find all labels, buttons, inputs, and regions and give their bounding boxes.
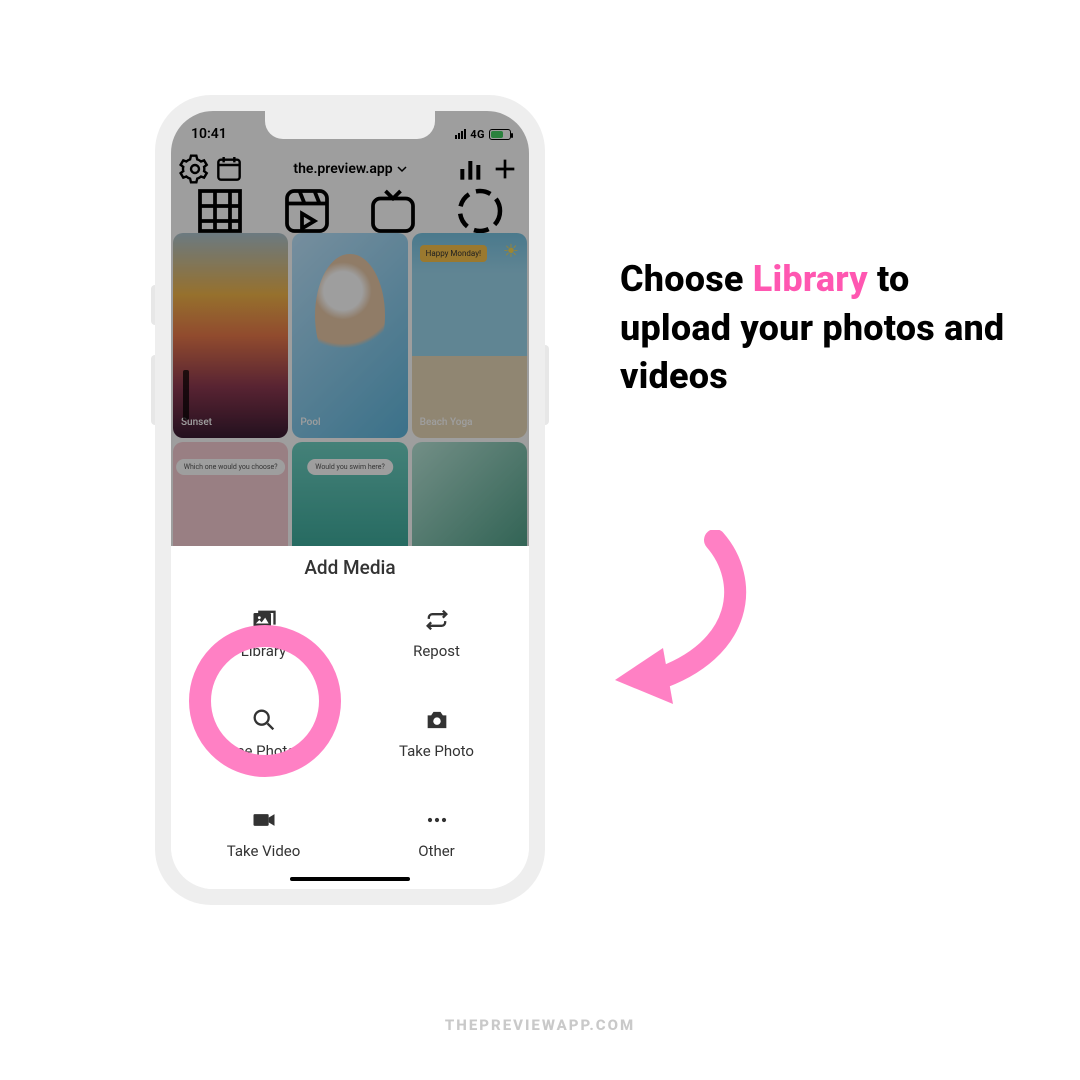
igtv-tab-icon[interactable] [363,197,423,225]
video-icon [250,806,278,834]
other-label: Other [418,842,455,860]
battery-icon [489,129,511,140]
take-photo-option[interactable]: Take Photo [350,693,523,773]
status-right: 4G [455,128,511,141]
status-network: 4G [470,128,485,141]
footer-watermark: THEPREVIEWAPP.COM [0,1016,1080,1034]
story-gallery: Sunset Pool Happy Monday!Beach Yoga Whic… [171,233,529,557]
camera-icon [423,706,451,734]
home-indicator [290,877,410,881]
grid-tab-icon[interactable] [190,197,250,225]
search-icon [250,706,278,734]
phone-notch [265,111,435,139]
take-video-label: Take Video [227,842,301,860]
gallery-card[interactable]: Happy Monday!Beach Yoga [412,233,527,438]
signal-icon [455,129,466,139]
status-time: 10:41 [191,126,227,142]
annotation-text: Choose Library to upload your photos and… [620,255,1020,401]
reels-tab-icon[interactable] [277,197,337,225]
arrow-annotation [585,530,765,730]
take-video-option[interactable]: Take Video [177,793,350,873]
gallery-card[interactable] [412,442,527,557]
phone-screen: 10:41 4G the.preview. [171,111,529,889]
more-icon [423,806,451,834]
story-tab-icon[interactable] [450,197,510,225]
add-media-sheet: Add Media Library Repost Free Photos [171,546,529,889]
other-option[interactable]: Other [350,793,523,873]
account-name: the.preview.app [293,161,392,177]
library-label: Library [241,642,286,660]
library-icon [250,606,278,634]
free-photos-option[interactable]: Free Photos [177,693,350,773]
repost-option[interactable]: Repost [350,593,523,673]
gallery-card[interactable]: Sunset [173,233,288,438]
sheet-title: Add Media [171,546,529,585]
take-photo-label: Take Photo [399,742,474,760]
gallery-card[interactable]: Pool [292,233,407,438]
chevron-down-icon [397,164,407,174]
library-option[interactable]: Library [177,593,350,673]
phone-frame: 10:41 4G the.preview. [155,95,545,905]
repost-icon [423,606,451,634]
annotation-pre: Choose [620,258,753,300]
repost-label: Repost [413,642,460,660]
account-switcher[interactable]: the.preview.app [293,161,406,177]
gallery-card[interactable]: Which one would you choose? [173,442,288,557]
free-photos-label: Free Photos [223,742,303,760]
annotation-highlight: Library [753,258,868,300]
content-tabs [171,193,529,233]
gallery-card[interactable]: Would you swim here? [292,442,407,557]
